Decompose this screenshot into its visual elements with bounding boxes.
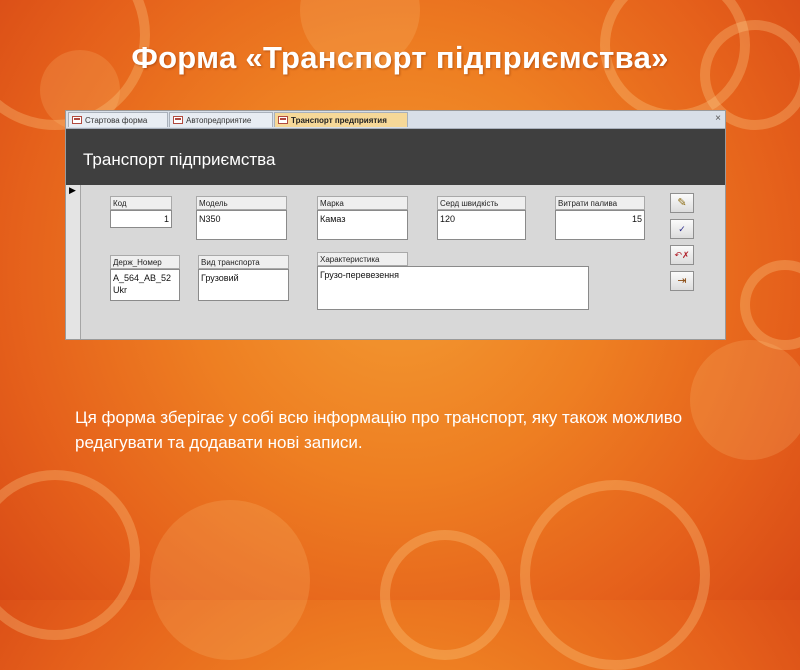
pencil-icon: ✎ <box>677 197 687 209</box>
tab-enterprise-transport[interactable]: Транспорт предприятия <box>274 112 408 127</box>
tab-start-form[interactable]: Стартова форма <box>68 112 168 127</box>
kod-field[interactable]: 1 <box>110 210 172 228</box>
form-header: Транспорт підприємства <box>66 129 725 185</box>
label-plate: Держ_Номер <box>110 255 180 269</box>
characteristic-field[interactable]: Грузо-перевезення <box>317 266 589 310</box>
decorative-circle <box>380 530 510 660</box>
form-icon <box>72 116 82 124</box>
model-field[interactable]: N350 <box>196 210 287 240</box>
form-icon <box>173 116 183 124</box>
decorative-circle <box>520 480 710 670</box>
label-kod: Код <box>110 196 172 210</box>
label-characteristic: Характеристика <box>317 252 408 266</box>
cancel-button[interactable]: ↶✗ <box>670 245 694 265</box>
undo-delete-icon: ↶✗ <box>674 250 690 260</box>
tab-label: Автопредприятие <box>186 116 252 125</box>
plate-field[interactable]: A_564_AB_52 Ukr <box>110 269 180 301</box>
form-title: Транспорт підприємства <box>83 150 276 169</box>
tab-label: Стартова форма <box>85 116 148 125</box>
document-tab-bar: Стартова форма Автопредприятие Транспорт… <box>66 111 725 129</box>
edit-button[interactable]: ✎ <box>670 193 694 213</box>
form-icon <box>278 116 288 124</box>
label-marka: Марка <box>317 196 408 210</box>
access-window: Стартова форма Автопредприятие Транспорт… <box>65 110 726 340</box>
slide-title: Форма «Транспорт підприємства» <box>131 40 669 75</box>
fuel-field[interactable]: 15 <box>555 210 645 240</box>
exit-button[interactable]: ⇥ <box>670 271 694 291</box>
checkmark-icon: ✓ <box>678 224 686 234</box>
tab-enterprise[interactable]: Автопредприятие <box>169 112 273 127</box>
transport-type-field[interactable]: Грузовий <box>198 269 289 301</box>
form-body: Код 1 Модель N350 Марка Камаз Серд швидк… <box>81 185 725 339</box>
save-button[interactable]: ✓ <box>670 219 694 239</box>
label-fuel: Витрати палива <box>555 196 645 210</box>
label-model: Модель <box>196 196 287 210</box>
slide-description: Ця форма зберігає у собі всю інформацію … <box>75 408 683 452</box>
record-pointer-icon: ▶ <box>69 185 76 195</box>
marka-field[interactable]: Камаз <box>317 210 408 240</box>
label-transport-type: Вид транспорта <box>198 255 289 269</box>
decorative-circle <box>150 500 310 660</box>
tab-label: Транспорт предприятия <box>291 116 387 125</box>
exit-door-icon: ⇥ <box>677 275 687 287</box>
record-selector[interactable]: ▶ <box>66 185 81 339</box>
label-speed: Серд швидкість <box>437 196 526 210</box>
decorative-circle <box>740 260 800 350</box>
close-icon[interactable]: × <box>715 112 721 126</box>
decorative-circle <box>0 470 140 640</box>
speed-field[interactable]: 120 <box>437 210 526 240</box>
